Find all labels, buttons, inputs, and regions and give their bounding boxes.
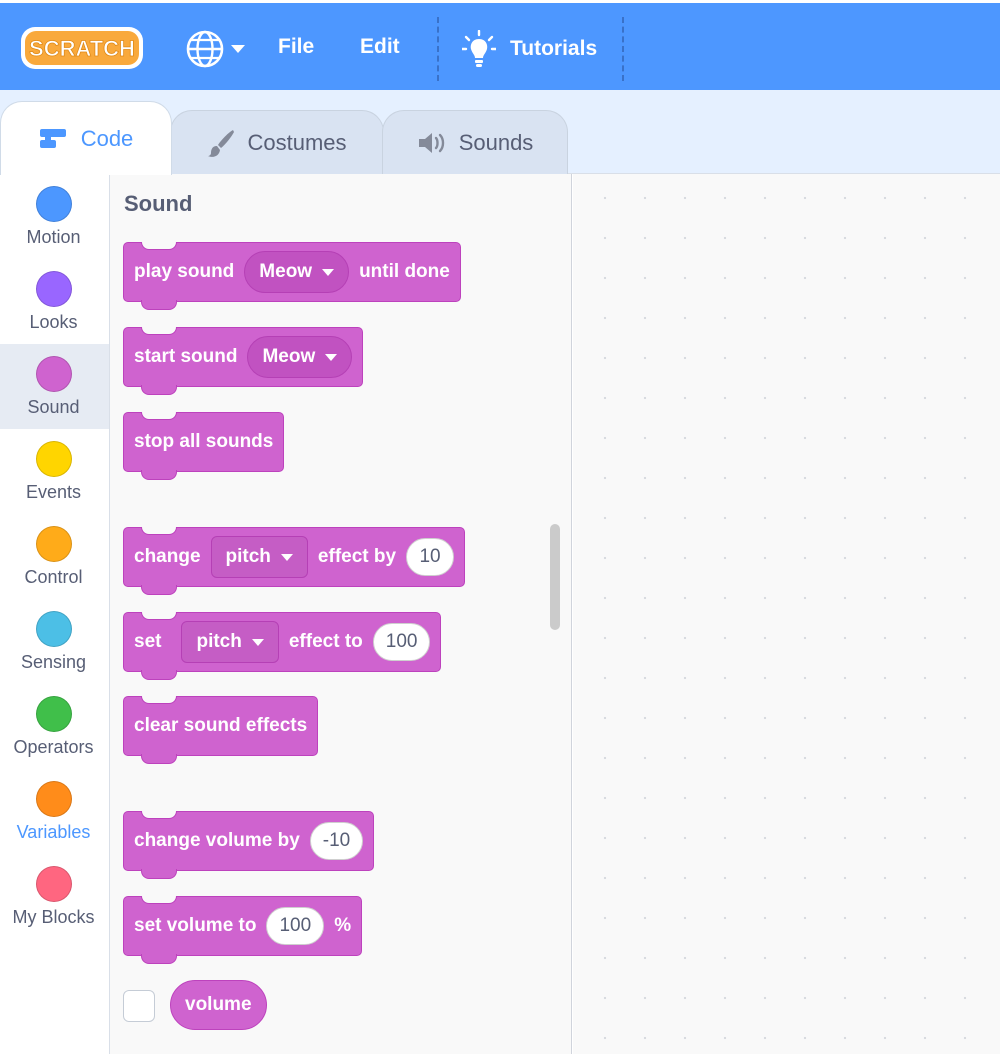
effect-value-input[interactable]: 100 xyxy=(372,623,431,661)
set-volume-to-block[interactable]: set volume to 100 % xyxy=(123,896,363,964)
block-text: change volume by xyxy=(134,830,300,851)
category-label: Control xyxy=(24,567,83,587)
block-text: until done xyxy=(359,261,450,282)
category-sound[interactable]: Sound xyxy=(0,344,109,429)
block-text: effect by xyxy=(317,546,397,567)
tutorials-button[interactable]: Tutorials xyxy=(462,29,597,69)
category-events[interactable]: Events xyxy=(0,429,109,514)
category-control[interactable]: Control xyxy=(0,514,109,599)
tab-sounds[interactable]: Sounds xyxy=(382,110,568,174)
sound-menu-dropdown[interactable]: Meow xyxy=(247,336,353,378)
language-menu[interactable] xyxy=(186,29,248,69)
tab-sounds-label: Sounds xyxy=(458,129,534,155)
category-label: Sound xyxy=(27,397,80,417)
dropdown-value: pitch xyxy=(225,546,271,567)
block-text: % xyxy=(334,915,352,936)
category-operators[interactable]: Operators xyxy=(0,684,109,769)
script-workspace[interactable] xyxy=(573,174,1000,1054)
variables-color-dot xyxy=(36,781,72,817)
file-menu[interactable]: File xyxy=(278,35,314,59)
start-sound-block[interactable]: start sound Meow xyxy=(123,327,364,395)
editor-tab-bar: Code Costumes Sounds xyxy=(0,90,1000,175)
block-text: set xyxy=(134,631,162,652)
lightbulb-icon xyxy=(462,30,496,67)
globe-icon xyxy=(186,30,245,68)
volume-value-input[interactable]: 100 xyxy=(266,907,325,945)
category-my-blocks[interactable]: My Blocks xyxy=(0,854,109,939)
effect-menu-dropdown[interactable]: pitch xyxy=(210,536,308,578)
tab-code-label: Code xyxy=(80,125,134,151)
play-sound-until-done-block[interactable]: play sound Meow until done xyxy=(123,242,461,310)
caret-down-icon xyxy=(280,553,293,561)
sound-color-dot xyxy=(36,356,72,392)
tab-code[interactable]: Code xyxy=(0,101,172,175)
events-color-dot xyxy=(36,441,72,477)
operators-color-dot xyxy=(36,696,72,732)
chevron-down-icon xyxy=(231,45,245,53)
block-text: effect to xyxy=(288,631,363,652)
category-looks[interactable]: Looks xyxy=(0,259,109,344)
edit-menu[interactable]: Edit xyxy=(360,35,400,59)
volume-monitor-checkbox[interactable] xyxy=(123,990,155,1022)
dropdown-value: Meow xyxy=(262,346,316,367)
motion-color-dot xyxy=(36,186,72,222)
category-label: Motion xyxy=(26,227,81,247)
volume-reporter-block[interactable]: volume xyxy=(170,980,267,1030)
code-blocks-icon xyxy=(39,128,66,148)
block-text: volume xyxy=(185,994,252,1015)
change-volume-by-block[interactable]: change volume by -10 xyxy=(123,811,375,879)
category-motion[interactable]: Motion xyxy=(0,174,109,259)
sound-menu-dropdown[interactable]: Meow xyxy=(244,251,350,293)
volume-change-input[interactable]: -10 xyxy=(309,822,364,860)
effect-amount-input[interactable]: 10 xyxy=(406,538,455,576)
category-label: My Blocks xyxy=(12,907,95,927)
category-variables[interactable]: Variables xyxy=(0,769,109,854)
menu-bar: SCRATCH File Edit Tutorials xyxy=(0,0,1000,90)
block-text: start sound xyxy=(134,346,238,367)
category-menu: Motion Looks Sound Events Control Sensin… xyxy=(0,174,110,1054)
scratch-logo[interactable]: SCRATCH xyxy=(18,23,146,73)
dropdown-value: pitch xyxy=(196,631,242,652)
sensing-color-dot xyxy=(36,611,72,647)
change-effect-by-block[interactable]: change pitch effect by 10 xyxy=(123,527,466,595)
my-blocks-color-dot xyxy=(36,866,72,902)
tutorials-label: Tutorials xyxy=(510,37,598,60)
logo-text: SCRATCH xyxy=(29,36,135,61)
caret-down-icon xyxy=(322,268,335,276)
block-text: set volume to xyxy=(134,915,257,936)
caret-down-icon xyxy=(325,353,338,361)
palette-scrollbar[interactable] xyxy=(550,524,560,630)
category-label: Events xyxy=(25,482,82,502)
effect-menu-dropdown[interactable]: pitch xyxy=(181,621,279,663)
dropdown-value: Meow xyxy=(259,261,313,282)
tab-costumes-label: Costumes xyxy=(247,129,347,155)
block-text: play sound xyxy=(134,261,235,282)
tab-costumes[interactable]: Costumes xyxy=(170,110,384,174)
category-label: Operators xyxy=(13,737,94,757)
stop-all-sounds-block[interactable]: stop all sounds xyxy=(123,412,285,480)
menu-divider xyxy=(622,17,624,81)
looks-color-dot xyxy=(36,271,72,307)
menu-divider xyxy=(437,17,439,81)
paintbrush-icon xyxy=(208,129,235,157)
block-palette: Sound play sound Meow until done start s… xyxy=(110,174,572,1054)
category-label: Variables xyxy=(16,822,91,842)
caret-down-icon xyxy=(251,638,264,646)
category-label: Sensing xyxy=(20,652,87,672)
control-color-dot xyxy=(36,526,72,562)
speaker-icon xyxy=(418,132,444,153)
clear-sound-effects-block[interactable]: clear sound effects xyxy=(123,696,319,764)
category-sensing[interactable]: Sensing xyxy=(0,599,109,684)
block-text: clear sound effects xyxy=(134,715,308,736)
palette-section-title: Sound xyxy=(124,191,193,216)
block-text: change xyxy=(134,546,201,567)
block-text: stop all sounds xyxy=(134,431,274,452)
category-label: Looks xyxy=(29,312,78,332)
set-effect-to-block[interactable]: set pitch effect to 100 xyxy=(123,612,442,680)
